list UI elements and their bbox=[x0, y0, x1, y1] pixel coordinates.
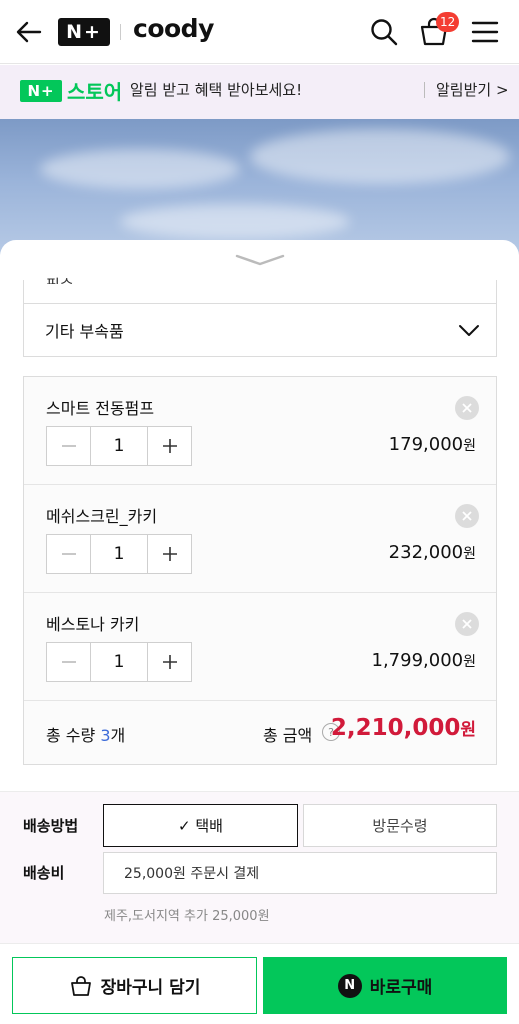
total-qty-number: 3 bbox=[100, 726, 111, 745]
item-price: 179,000원 bbox=[389, 434, 476, 455]
buy-now-button[interactable]: N 바로구매 bbox=[263, 957, 507, 1014]
currency-unit: 원 bbox=[463, 546, 476, 562]
quantity-input[interactable]: 1 bbox=[90, 427, 148, 465]
price-value: 179,000 bbox=[388, 434, 464, 455]
decrease-button[interactable] bbox=[47, 643, 90, 681]
brand-logo[interactable]: coody bbox=[133, 14, 214, 43]
remove-item-button[interactable] bbox=[455, 504, 479, 528]
quantity-stepper: 1 bbox=[46, 534, 192, 574]
notice-divider bbox=[424, 82, 425, 98]
minus-icon bbox=[61, 661, 76, 663]
plus-icon bbox=[162, 655, 177, 669]
shopping-bag-icon bbox=[70, 975, 91, 996]
plus-icon bbox=[162, 439, 177, 453]
list-item: 베스토나 카키 1 1,799,000원 bbox=[24, 593, 496, 701]
close-icon bbox=[462, 511, 472, 521]
total-amount-label: 총 금액 bbox=[263, 726, 313, 745]
item-price: 1,799,000원 bbox=[372, 650, 477, 671]
notice-text: 알림 받고 혜택 받아보세요! bbox=[130, 81, 303, 99]
logo-divider bbox=[120, 24, 121, 40]
option-divider bbox=[24, 303, 496, 304]
shipping-fee-label: 배송비 bbox=[23, 864, 65, 882]
total-qty-prefix: 총 수량 bbox=[46, 726, 101, 745]
partial-option-label: 필수 bbox=[46, 274, 74, 284]
delivery-option-pickup[interactable]: 방문수령 bbox=[303, 804, 497, 847]
close-icon bbox=[462, 403, 472, 413]
remove-item-button[interactable] bbox=[455, 612, 479, 636]
product-hero-image bbox=[0, 119, 519, 259]
total-summary: 총 수량 3개 총 금액 ? 2,210,000원 bbox=[24, 701, 496, 765]
quantity-stepper: 1 bbox=[46, 426, 192, 466]
back-arrow-icon[interactable] bbox=[14, 17, 44, 47]
increase-button[interactable] bbox=[148, 643, 191, 681]
decrease-button[interactable] bbox=[47, 535, 90, 573]
list-item: 스마트 전동펌프 1 179,000원 bbox=[24, 377, 496, 485]
shipping-fee-note: 제주,도서지역 추가 25,000원 bbox=[104, 909, 270, 924]
nplus-store-badge: N+ bbox=[20, 80, 62, 102]
currency-unit: 원 bbox=[463, 654, 476, 670]
increase-button[interactable] bbox=[148, 535, 191, 573]
quantity-input[interactable]: 1 bbox=[90, 535, 148, 573]
price-value: 1,799,000 bbox=[371, 650, 464, 671]
remove-item-button[interactable] bbox=[455, 396, 479, 420]
currency-unit: 원 bbox=[463, 438, 476, 454]
add-to-cart-button[interactable]: 장바구니 담기 bbox=[12, 957, 257, 1014]
chevron-down-icon[interactable] bbox=[458, 319, 480, 341]
minus-icon bbox=[61, 553, 76, 555]
shipping-method-label: 배송방법 bbox=[23, 817, 79, 835]
item-name: 베스토나 카키 bbox=[46, 615, 140, 634]
total-amount-value: 2,210,000 bbox=[330, 715, 461, 741]
sheet-handle-icon[interactable] bbox=[234, 252, 286, 268]
currency-unit: 원 bbox=[460, 720, 476, 740]
naver-pay-icon: N bbox=[337, 973, 362, 998]
total-quantity: 총 수량 3개 bbox=[46, 722, 125, 746]
search-icon[interactable] bbox=[369, 17, 399, 47]
item-name: 스마트 전동펌프 bbox=[46, 399, 155, 418]
decrease-button[interactable] bbox=[47, 427, 90, 465]
close-icon bbox=[462, 619, 472, 629]
shipping-fee-value: 25,000원 주문시 결제 bbox=[103, 852, 497, 894]
add-to-cart-label: 장바구니 담기 bbox=[100, 978, 201, 998]
increase-button[interactable] bbox=[148, 427, 191, 465]
store-label: 스토어 bbox=[67, 80, 123, 104]
nplus-logo[interactable]: N+ bbox=[58, 18, 110, 46]
buy-now-label: 바로구매 bbox=[369, 978, 433, 998]
quantity-stepper: 1 bbox=[46, 642, 192, 682]
total-amount: 2,210,000원 bbox=[331, 715, 476, 741]
cart-count-badge: 12 bbox=[436, 12, 460, 32]
quantity-input[interactable]: 1 bbox=[90, 643, 148, 681]
item-price: 232,000원 bbox=[389, 542, 476, 563]
item-name: 메쉬스크린_카키 bbox=[46, 507, 158, 526]
total-qty-suffix: 개 bbox=[110, 726, 126, 745]
price-value: 232,000 bbox=[388, 542, 464, 563]
minus-icon bbox=[61, 445, 76, 447]
subscribe-alerts-link[interactable]: 알림받기 > bbox=[436, 79, 509, 100]
list-item: 메쉬스크린_카키 1 232,000원 bbox=[24, 485, 496, 593]
delivery-option-courier[interactable]: ✓ 택배 bbox=[103, 804, 298, 847]
hamburger-menu-icon[interactable] bbox=[470, 18, 500, 46]
selected-items-list: 스마트 전동펌프 1 179,000원 메쉬스크린_카키 1 232,000원 … bbox=[23, 376, 497, 765]
accessory-dropdown-label[interactable]: 기타 부속품 bbox=[45, 318, 124, 342]
plus-icon bbox=[162, 547, 177, 561]
